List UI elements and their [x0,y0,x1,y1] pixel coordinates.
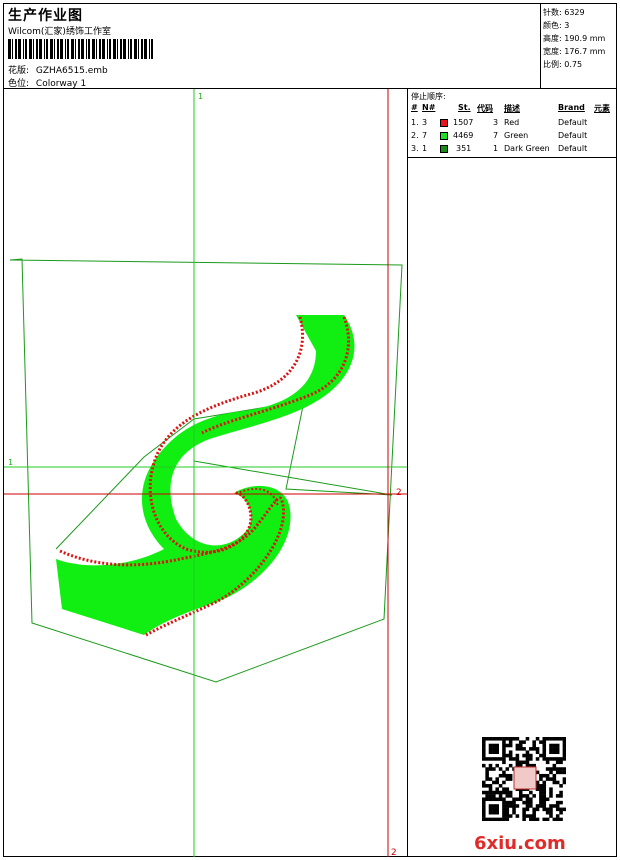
table-row: 3. 1 351 1 Dark Green Default [411,144,588,153]
col-desc: 描述 [504,104,520,113]
green-fill [56,315,355,635]
page-title: 生产作业图 [8,8,83,24]
colorway: 色位: Colorway 1 [8,76,86,89]
stat-height: 高度: 190.9 mm [543,34,606,43]
company-name: Wilcom(汇家)绣饰工作室 [8,27,111,37]
col-code: 代码 [477,104,493,113]
color-swatch-green [440,132,448,140]
header-info: 生产作业图 Wilcom(汇家)绣饰工作室 花版: GZHA6515.emb 色… [4,4,541,89]
production-sheet: 生产作业图 Wilcom(汇家)绣饰工作室 花版: GZHA6515.emb 色… [3,3,617,857]
stat-colors: 颜色: 3 [543,21,570,30]
guide-label-v2: 2 [391,848,397,857]
seal-stamp-icon [513,766,537,790]
colorway-label: 色位: [8,79,30,89]
site-logo: 6xiu.com [474,833,566,854]
embroidery-preview: 1 1 2 2 [4,89,407,857]
design-file: 花版: GZHA6515.emb [8,63,108,76]
col-stitches: St. [458,103,471,112]
table-row: 2. 7 4469 7 Green Default [411,131,588,140]
stop-sequence-title: 停止顺序: [411,92,446,101]
stop-sequence-table: 停止顺序: # N# St. 代码 描述 Brand 元素 1. 3 1507 … [408,89,616,158]
color-swatch-red [440,119,448,127]
design-value: GZHA6515.emb [35,66,108,76]
stat-width: 宽度: 176.7 mm [543,47,606,56]
guide-label-h1: 1 [8,458,13,467]
design-canvas: 1 1 2 2 [4,89,408,857]
color-swatch-dark-green [440,145,448,153]
table-row: 1. 3 1507 3 Red Default [411,118,588,127]
stat-stitches: 针数: 6329 [543,8,585,17]
col-seq: # [411,103,418,112]
colorway-value: Colorway 1 [35,79,87,89]
barcode-icon [8,39,153,59]
stat-scale: 比例: 0.75 [543,60,583,69]
col-brand: Brand [558,103,585,112]
col-no: N# [422,103,436,112]
stats-panel: 针数: 6329 颜色: 3 高度: 190.9 mm 宽度: 176.7 mm… [541,4,616,89]
guide-label-v1: 1 [198,92,203,101]
sub-guide [193,460,393,496]
col-element: 元素 [594,104,610,113]
guide-label-h2: 2 [396,488,402,498]
design-label: 花版: [8,66,30,76]
qr-code-icon [482,737,566,821]
side-panel: 停止顺序: # N# St. 代码 描述 Brand 元素 1. 3 1507 … [408,89,616,857]
